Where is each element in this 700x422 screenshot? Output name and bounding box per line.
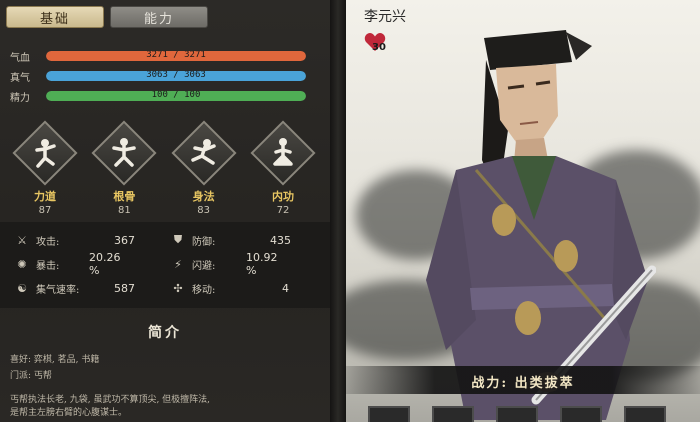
qi-row: 真气 3063 / 3063 [10,66,310,86]
hobby-text: 喜好: 弈棋, 茗品, 书籍 [10,355,100,365]
character-name: 李元兴 [364,9,406,25]
character-portrait-panel: 李元兴 30 战力: 出类拔萃 [346,0,700,422]
strength-figure-icon [35,139,56,168]
attr-inner-power-value: 72 [276,205,290,216]
attr-strength-name: 力道 [34,190,56,203]
hp-row: 气血 3271 / 3271 [10,46,310,66]
attr-constitution-name: 根骨 [113,190,136,203]
attributes: 力道 87 根骨 81 身法 83 内功 72 [12,120,316,216]
armor-icon: ⛊ [173,233,183,246]
stat-move: ✣ 移动: 4 [170,280,289,296]
stat-attack-value: 367 [114,233,135,247]
attr-strength-value: 87 [38,205,52,216]
stat-attack-label: 攻击: [36,236,60,248]
stat-defense-value: 435 [270,233,291,247]
stamina-value: 100 / 100 [151,91,201,100]
attr-inner-power[interactable]: 内功 72 [250,120,316,216]
stat-attack: ⚔ 攻击: 367 [14,232,135,248]
stat-qi-rate-label: 集气速率: [36,284,80,296]
attr-agility[interactable]: 身法 83 [171,120,237,216]
stamina-label: 精力 [10,92,30,104]
hp-bar: 3271 / 3271 [46,51,306,61]
attr-strength[interactable]: 力道 87 [12,120,78,216]
stat-qi-rate-value: 587 [114,281,135,295]
panel-divider [330,0,346,422]
attr-constitution-value: 81 [117,205,131,216]
stat-crit: ✺ 暴击: 20.26 % [14,251,120,277]
hp-value: 3271 / 3271 [146,51,206,60]
equipment-slot-1[interactable] [368,406,410,422]
stat-dodge-value: 10.92 % [246,251,278,277]
tab-ability[interactable]: 能力 [110,6,208,28]
stat-crit-value: 20.26 % [89,251,121,277]
agility-figure-icon [190,139,216,165]
crit-icon: ✺ [17,257,27,271]
tab-bar: 基础 能力 [6,6,208,28]
attr-agility-name: 身法 [192,190,215,203]
attr-inner-power-name: 内功 [271,190,294,203]
move-icon: ✣ [173,281,183,295]
left-panel: 基础 能力 气血 3271 / 3271 真气 3063 / 3063 精力 1… [0,0,330,422]
intro-title: 简介 [148,325,182,341]
qi-bar: 3063 / 3063 [46,71,306,81]
stamina-bar: 100 / 100 [46,91,306,101]
stat-defense-label: 防御: [192,236,216,248]
equipment-slot-5[interactable] [624,406,666,422]
constitution-figure-icon [112,138,137,167]
description-line-1: 丐帮执法长老, 九袋, 虽武功不算顶尖, 但极擅阵法, [10,395,211,405]
boot-icon: ⚡ [174,257,182,271]
equipment-slot-2[interactable] [432,406,474,422]
character-portrait [426,30,656,420]
combat-power-text: 战力: 出类拔萃 [471,376,575,391]
sword-icon: ⚔ [17,233,27,247]
qi-value: 3063 / 3063 [146,71,206,80]
status-bars: 气血 3271 / 3271 真气 3063 / 3063 精力 100 / 1… [10,46,310,106]
stat-move-value: 4 [282,281,289,295]
equipment-slot-4[interactable] [560,406,602,422]
stat-qi-rate: ☯ 集气速率: 587 [14,280,135,296]
qi-icon: ☯ [17,281,27,295]
stamina-row: 精力 100 / 100 [10,86,310,106]
stat-defense: ⛊ 防御: 435 [170,232,291,248]
description-line-2: 是帮主左膀右臂的心腹谋士。 [10,408,128,418]
equipment-slot-3[interactable] [496,406,538,422]
sect-text: 门派: 丐帮 [10,371,52,381]
hp-label: 气血 [10,52,30,64]
tab-basic[interactable]: 基础 [6,6,104,28]
attr-constitution[interactable]: 根骨 81 [91,120,157,216]
stat-dodge-label: 闪避: [192,260,216,272]
favor-value: 30 [372,42,386,53]
qi-label: 真气 [10,72,30,84]
stat-crit-label: 暴击: [36,260,60,272]
combat-stats: ⚔ 攻击: 367 ⛊ 防御: 435 ✺ 暴击: 20.26 % ⚡ 闪避: … [0,222,330,308]
stat-move-label: 移动: [192,284,216,296]
stat-dodge: ⚡ 闪避: 10.92 % [170,251,277,277]
inner-power-figure-icon [273,138,293,166]
attr-agility-value: 83 [197,205,211,216]
